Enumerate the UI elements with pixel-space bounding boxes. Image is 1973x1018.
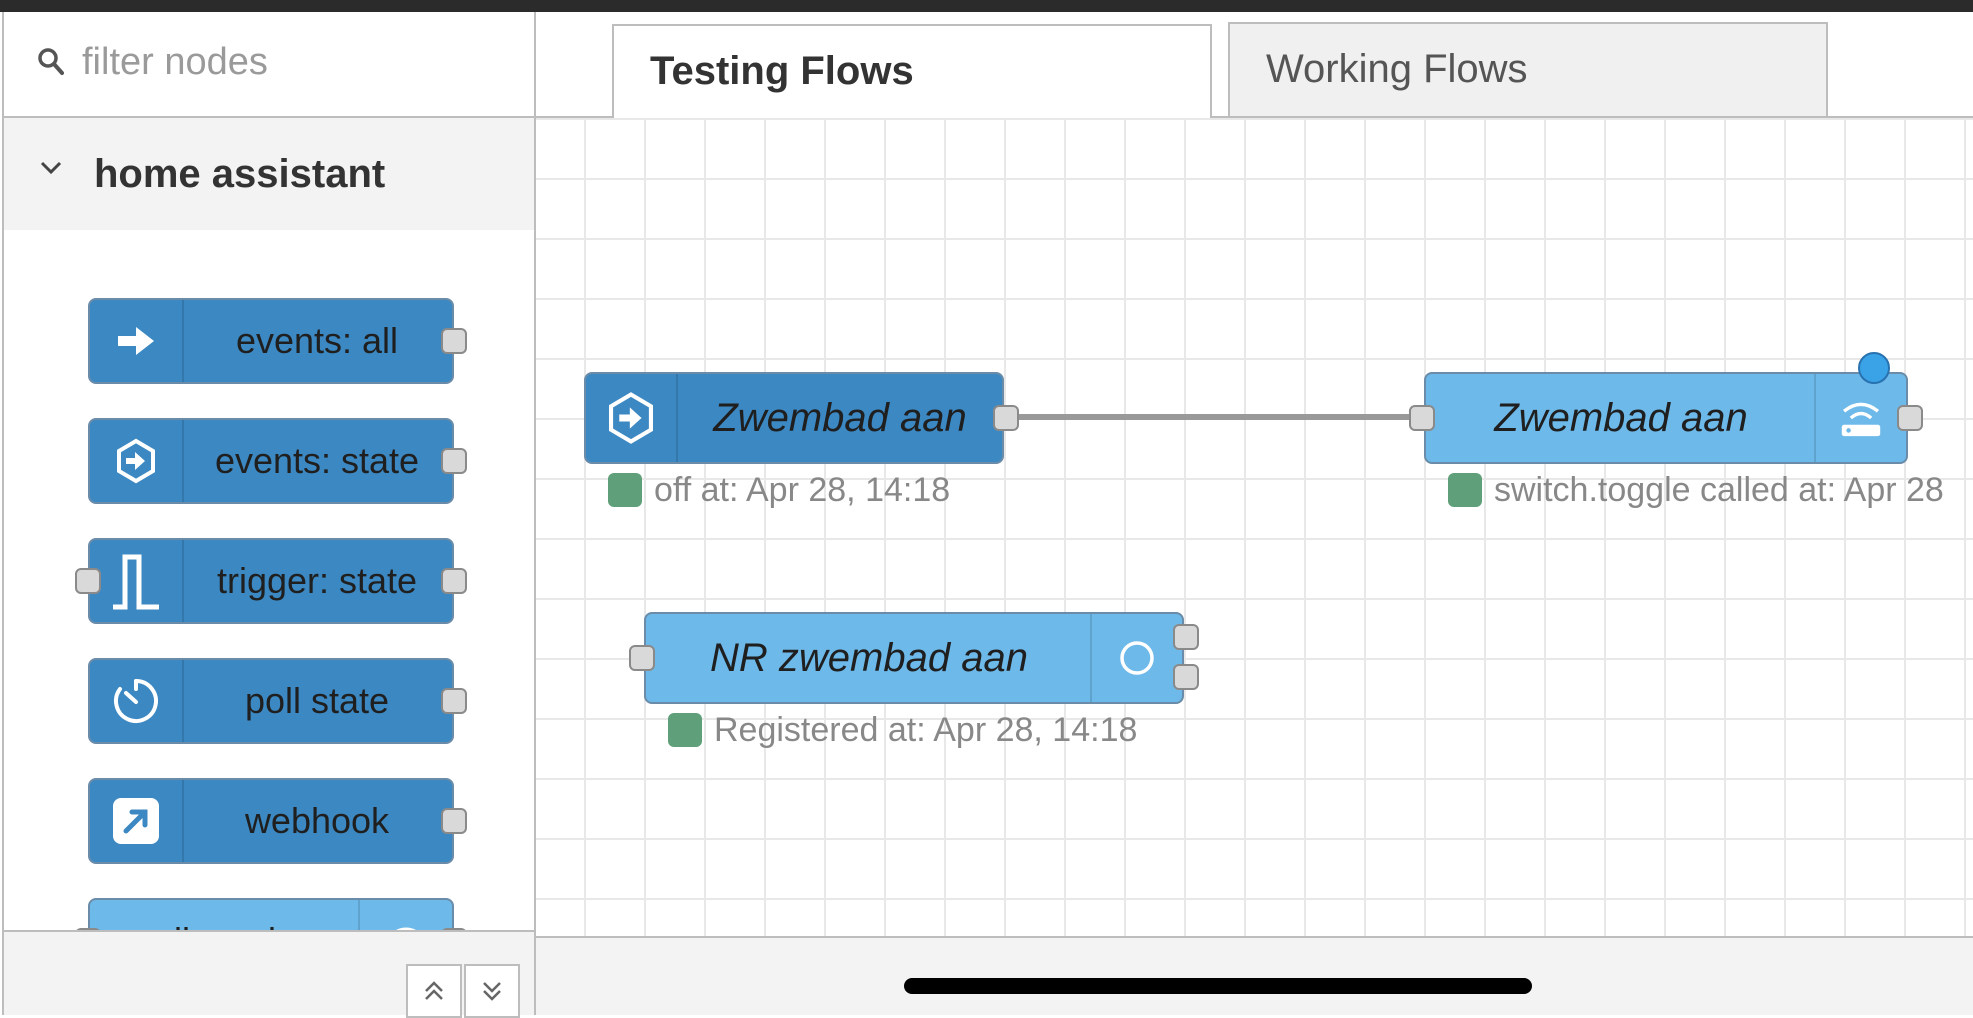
output-port-2[interactable] (1173, 664, 1199, 690)
workspace-footer (536, 936, 1973, 1015)
collapse-all-button[interactable] (406, 964, 462, 1018)
palette-node-label: poll state (244, 680, 390, 721)
top-bar (0, 0, 1973, 12)
status-text: switch.toggle called at: Apr 28 (1494, 470, 1944, 509)
router-icon (358, 900, 452, 930)
timer-icon (90, 660, 184, 742)
output-port[interactable] (441, 328, 467, 354)
output-port[interactable] (441, 688, 467, 714)
input-port[interactable] (75, 568, 101, 594)
changed-indicator (1858, 352, 1890, 384)
flow-node-zwembad-aan-events[interactable]: Zwembad aan (584, 372, 1019, 464)
palette-filter (2, 12, 534, 118)
palette-node-list: events: all events: state trigger: state (2, 230, 534, 930)
category-title: home assistant (94, 152, 386, 196)
circle-icon (1090, 614, 1182, 702)
arrow-circle-icon (586, 374, 678, 462)
router-icon (1814, 374, 1906, 462)
input-port[interactable] (629, 645, 655, 671)
status-text: Registered at: Apr 28, 14:18 (714, 710, 1138, 749)
status-text: off at: Apr 28, 14:18 (654, 470, 951, 509)
arrow-circle-icon (90, 420, 184, 502)
status-dot (1448, 473, 1482, 507)
arrow-right-icon (90, 300, 184, 382)
flow-node-status: switch.toggle called at: Apr 28 (1448, 470, 1944, 510)
output-port[interactable] (441, 568, 467, 594)
expand-all-button[interactable] (464, 964, 520, 1018)
chevron-down-icon (40, 161, 62, 175)
palette-node-events-state[interactable]: events: state (88, 418, 467, 504)
tab-working-flows[interactable]: Working Flows (1228, 22, 1828, 116)
tab-testing-flows[interactable]: Testing Flows (612, 24, 1212, 120)
external-link-icon (90, 780, 184, 862)
trigger-pulse-icon (90, 540, 184, 622)
input-port[interactable] (1409, 405, 1435, 431)
home-indicator (904, 978, 1532, 994)
flow-node-status: off at: Apr 28, 14:18 (608, 470, 950, 510)
status-dot (608, 473, 642, 507)
palette-node-label: trigger: state (216, 560, 418, 601)
palette-node-webhook[interactable]: webhook (88, 778, 467, 864)
palette-node-label: webhook (244, 800, 390, 841)
node-palette: home assistant events: all events: state (0, 12, 536, 1018)
palette-node-label: call service (90, 900, 360, 930)
palette-node-poll-state[interactable]: poll state (88, 658, 467, 744)
flow-node-label: Zwembad aan (713, 396, 967, 440)
flow-canvas[interactable]: Zwembad aan off at: Apr 28, 14:18 Zwemba… (536, 118, 1973, 936)
flow-node-label: NR zwembad aan (710, 636, 1028, 680)
palette-category-home-assistant[interactable]: home assistant (2, 118, 534, 230)
filter-nodes-input[interactable] (80, 38, 514, 86)
workspace-tab-bar: Testing Flows Working Flows (536, 12, 1973, 120)
palette-node-events-all[interactable]: events: all (88, 298, 467, 384)
flow-node-label: Zwembad aan (1494, 396, 1748, 440)
output-port[interactable] (441, 448, 467, 474)
palette-footer (2, 930, 534, 1018)
palette-node-call-service[interactable]: call service (75, 898, 467, 930)
output-port[interactable] (1897, 405, 1923, 431)
status-dot (668, 713, 702, 747)
output-port[interactable] (993, 405, 1019, 431)
flow-node-nr-zwembad-aan[interactable]: NR zwembad aan (629, 612, 1199, 704)
flow-node-status: Registered at: Apr 28, 14:18 (668, 710, 1137, 750)
double-chevron-down-icon (483, 982, 501, 1001)
double-chevron-up-icon (425, 981, 443, 1000)
palette-node-label: events: all (235, 320, 399, 361)
flow-wire (1006, 414, 1424, 420)
palette-node-label: events: state (214, 440, 420, 481)
flow-node-zwembad-aan-call-service[interactable]: Zwembad aan (1409, 372, 1923, 464)
output-port[interactable] (441, 808, 467, 834)
search-icon (38, 48, 64, 75)
palette-node-trigger-state[interactable]: trigger: state (75, 538, 467, 624)
output-port-1[interactable] (1173, 624, 1199, 650)
